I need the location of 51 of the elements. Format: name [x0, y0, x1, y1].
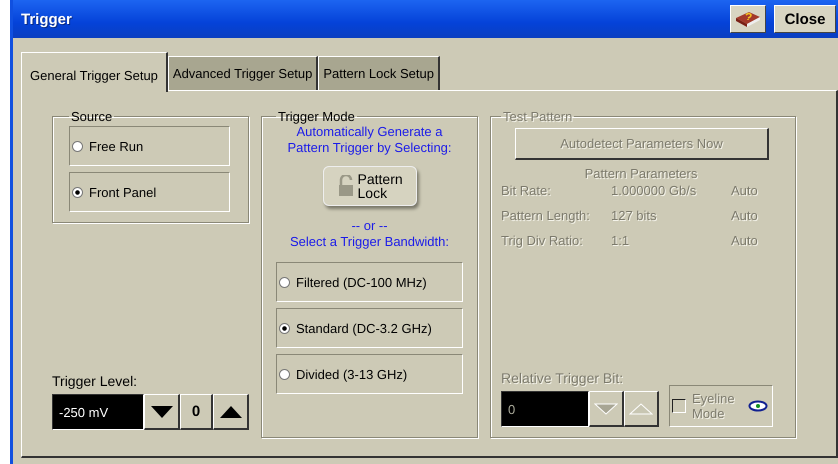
- radio-option[interactable]: Standard (DC-3.2 GHz): [276, 308, 463, 348]
- decrease-button[interactable]: [144, 394, 180, 430]
- parameter-mode: Auto: [731, 208, 759, 223]
- parameter-label: Bit Rate:: [501, 183, 552, 198]
- radio-option[interactable]: Front Panel: [69, 172, 230, 212]
- eye-icon: [748, 400, 768, 412]
- up-arrow-icon: [629, 402, 653, 414]
- radio-label: Divided (3-13 GHz): [296, 366, 408, 382]
- radio-button[interactable]: [72, 140, 83, 152]
- increase-button[interactable]: [213, 394, 249, 430]
- padlock-icon: [338, 175, 354, 197]
- group-title: Trigger Mode: [277, 109, 356, 124]
- radio-button[interactable]: [72, 186, 83, 198]
- trigger-level-field[interactable]: -250 mV: [52, 394, 144, 430]
- close-button[interactable]: Close: [774, 5, 836, 33]
- radio-label: Filtered (DC-100 MHz): [296, 274, 427, 290]
- radio-label: Standard (DC-3.2 GHz): [296, 320, 432, 336]
- down-arrow-icon: [150, 406, 172, 418]
- parameter-label: Pattern Length:: [501, 208, 591, 223]
- parameter-mode: Auto: [731, 233, 759, 248]
- parameter-value: 127 bits: [611, 208, 658, 223]
- section-heading: Pattern Parameters: [584, 166, 698, 181]
- group-title: Source: [70, 109, 114, 124]
- radio-option[interactable]: Free Run: [69, 126, 230, 166]
- book-icon: [733, 9, 763, 29]
- down-arrow-icon: [594, 402, 618, 414]
- instruction-text: Automatically Generate a Pattern Trigger by Selecting:: [286, 124, 453, 156]
- tab[interactable]: Pattern Lock Setup: [318, 56, 440, 90]
- radio-button[interactable]: [279, 368, 290, 380]
- radio-label: Front Panel: [89, 184, 156, 200]
- radio-button[interactable]: [279, 276, 290, 288]
- radio-label: Free Run: [89, 138, 144, 154]
- radio-button[interactable]: [279, 322, 290, 334]
- instruction-text: Select a Trigger Bandwidth:: [290, 234, 449, 250]
- tab[interactable]: Advanced Trigger Setup: [168, 56, 318, 90]
- parameter-value: 1:1: [611, 233, 630, 248]
- up-arrow-icon: [220, 406, 242, 418]
- tab[interactable]: General Trigger Setup: [21, 52, 168, 92]
- parameter-value: 1.000000 Gb/s: [611, 183, 698, 198]
- radio-option[interactable]: Filtered (DC-100 MHz): [276, 262, 463, 302]
- radio-option[interactable]: Divided (3-13 GHz): [276, 354, 463, 394]
- parameter-label: Trig Div Ratio:: [501, 233, 584, 248]
- zero-button[interactable]: 0: [180, 394, 213, 430]
- pattern-lock-button[interactable]: Pattern Lock: [322, 166, 416, 206]
- help-button[interactable]: [730, 5, 766, 33]
- relative-trigger-bit-label: Relative Trigger Bit:: [501, 370, 624, 386]
- or-text: -- or --: [351, 218, 388, 234]
- window-title: Trigger: [21, 10, 73, 28]
- trigger-level-label: Trigger Level:: [52, 373, 138, 389]
- checkbox-label: Eyeline Mode: [692, 391, 736, 421]
- parameter-mode: Auto: [731, 183, 759, 198]
